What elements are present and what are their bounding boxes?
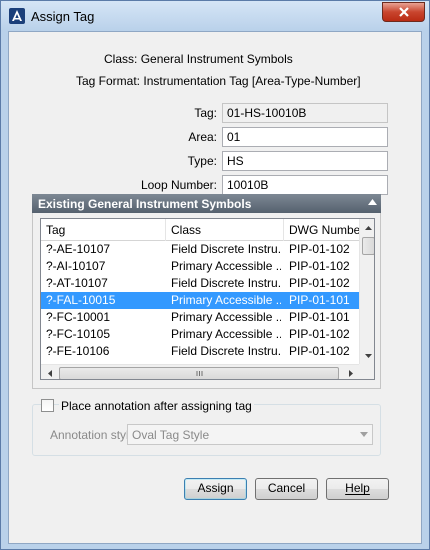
existing-symbols-title: Existing General Instrument Symbols: [38, 197, 252, 211]
type-input[interactable]: HS: [222, 151, 388, 171]
area-input[interactable]: 01: [222, 127, 388, 147]
area-label: Area:: [188, 130, 217, 144]
column-header-class[interactable]: Class: [166, 219, 284, 241]
scroll-down-button[interactable]: [360, 347, 374, 364]
loop-number-input[interactable]: 10010B: [222, 175, 388, 195]
chevron-down-icon: [360, 432, 368, 437]
assign-button[interactable]: Assign: [184, 478, 247, 500]
table-row[interactable]: ?-FE-10106 Field Discrete Instru... PIP-01…: [41, 343, 359, 360]
list-header: Tag Class DWG Number: [41, 219, 364, 241]
vertical-scrollbar[interactable]: [359, 219, 374, 364]
place-annotation-label[interactable]: Place annotation after assigning tag: [59, 399, 254, 413]
horizontal-scroll-thumb[interactable]: [59, 367, 339, 379]
grip-icon: [196, 371, 202, 376]
existing-symbols-list[interactable]: Tag Class DWG Number ?-AE-10107 Field Dis…: [40, 218, 375, 380]
collapse-arrow-icon[interactable]: [368, 199, 377, 205]
horizontal-scrollbar[interactable]: [41, 364, 359, 379]
cell-tag: ?-FC-10001: [46, 310, 111, 324]
cell-class: Field Discrete Instru...: [171, 344, 281, 358]
cell-dwg-number: PIP-01-101: [289, 310, 350, 324]
column-header-tag[interactable]: Tag: [41, 219, 166, 241]
window-title: Assign Tag: [31, 9, 95, 24]
table-row[interactable]: ?-AT-10107 Field Discrete Instru... PIP-01…: [41, 275, 359, 292]
table-row[interactable]: ?-FC-10105 Primary Accessible ... PIP-01-1…: [41, 326, 359, 343]
cell-class: Field Discrete Instru...: [171, 242, 281, 256]
cell-class: Primary Accessible ...: [171, 259, 281, 273]
cell-dwg-number: PIP-01-102: [289, 276, 350, 290]
class-value: General Instrument Symbols: [140, 52, 293, 66]
cell-dwg-number: PIP-01-102: [289, 242, 350, 256]
scroll-up-icon: [365, 225, 372, 230]
table-row[interactable]: ?-FC-10001 Primary Accessible ... PIP-01-1…: [41, 309, 359, 326]
type-label: Type:: [187, 154, 217, 168]
table-row[interactable]: ?-FAL-10015 Primary Accessible ... PIP-01-…: [41, 292, 359, 309]
table-row[interactable]: ?-AI-10107 Primary Accessible ... PIP-01-1…: [41, 258, 359, 275]
scroll-right-icon: [348, 370, 353, 377]
scroll-left-icon: [47, 370, 52, 377]
cell-tag: ?-FC-10105: [46, 327, 111, 341]
class-info: Class: General Instrument Symbols: [104, 52, 293, 66]
cancel-button[interactable]: Cancel: [255, 478, 318, 500]
loop-number-label: Loop Number:: [140, 178, 217, 192]
tag-format-label: Tag Format:: [76, 74, 141, 88]
existing-symbols-header[interactable]: Existing General Instrument Symbols: [32, 194, 381, 213]
place-annotation-checkbox[interactable]: [41, 399, 54, 412]
scroll-left-button[interactable]: [41, 365, 58, 379]
annotation-style-label: Annotation style:: [50, 428, 139, 442]
class-label: Class:: [104, 52, 138, 66]
cell-tag: ?-FAL-10015: [46, 293, 116, 307]
cell-tag: ?-FE-10106: [46, 344, 110, 358]
scroll-up-button[interactable]: [360, 219, 374, 236]
tag-field: 01-HS-10010B: [222, 103, 388, 123]
cell-tag: ?-AT-10107: [46, 276, 108, 290]
cell-class: Primary Accessible ...: [171, 327, 281, 341]
column-header-dwg-number[interactable]: DWG Number: [284, 219, 364, 241]
tag-format-info: Tag Format: Instrumentation Tag [Area-Ty…: [76, 74, 361, 88]
cell-dwg-number: PIP-01-102: [289, 259, 350, 273]
annotation-style-select[interactable]: Oval Tag Style: [127, 424, 373, 445]
cell-dwg-number: PIP-01-102: [289, 344, 350, 358]
help-button-label: Help: [345, 481, 370, 495]
cell-class: Field Discrete Instru...: [171, 276, 281, 290]
tag-label: Tag:: [194, 106, 217, 120]
cell-class: Primary Accessible ...: [171, 310, 281, 324]
tag-format-value: Instrumentation Tag [Area-Type-Number]: [143, 74, 361, 88]
annotation-style-value: Oval Tag Style: [132, 428, 210, 442]
cell-dwg-number: PIP-01-102: [289, 327, 350, 341]
table-row[interactable]: ?-AE-10107 Field Discrete Instru... PIP-01…: [41, 241, 359, 258]
close-icon: [398, 7, 409, 17]
help-button[interactable]: Help: [326, 478, 389, 500]
list-rows: ?-AE-10107 Field Discrete Instru... PIP-01…: [41, 241, 359, 360]
title-bar[interactable]: Assign Tag: [1, 1, 429, 31]
cell-class: Primary Accessible ...: [171, 293, 281, 307]
cell-tag: ?-AI-10107: [46, 259, 106, 273]
scroll-down-icon: [365, 353, 372, 358]
cell-tag: ?-AE-10107: [46, 242, 111, 256]
scroll-right-button[interactable]: [342, 365, 359, 379]
close-button[interactable]: [382, 2, 425, 22]
cell-dwg-number: PIP-01-101: [289, 293, 350, 307]
autocad-app-icon: [9, 8, 25, 24]
vertical-scroll-thumb[interactable]: [362, 237, 374, 255]
scrollbar-corner: [359, 364, 374, 379]
